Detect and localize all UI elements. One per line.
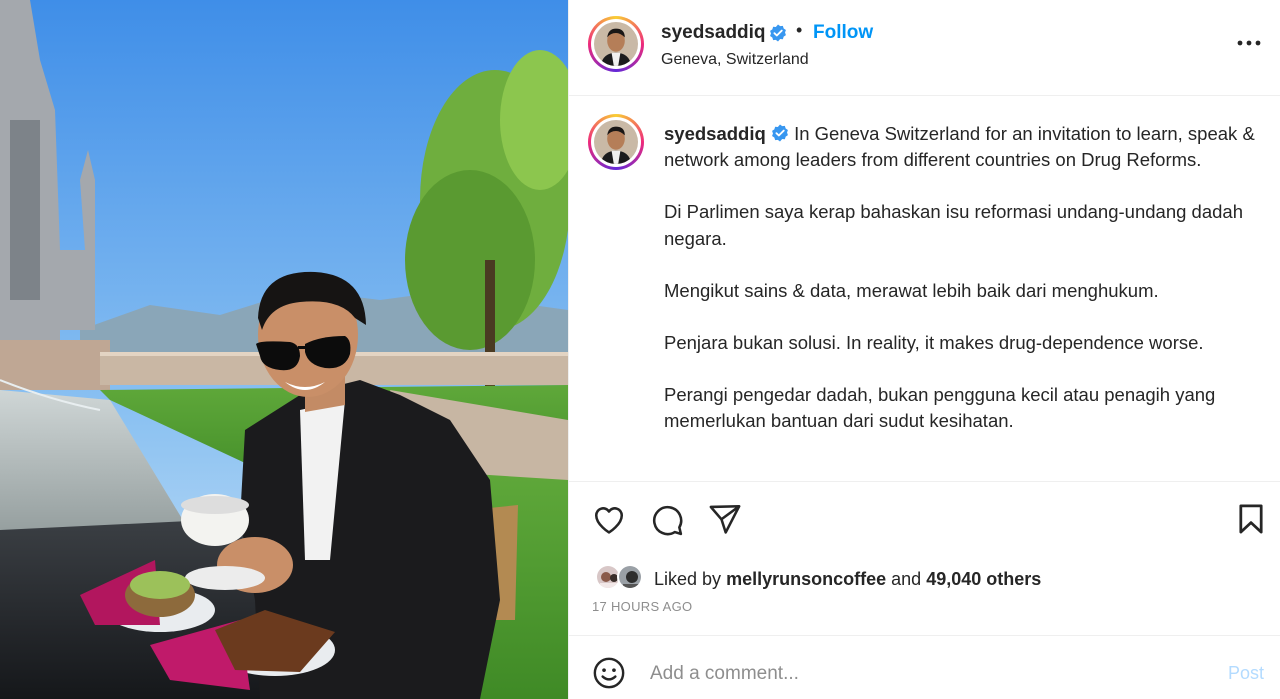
caption-avatar[interactable] — [588, 114, 644, 170]
liker-username[interactable]: mellyrunsoncoffee — [726, 569, 886, 589]
post-header — [568, 0, 1280, 96]
instagram-post: syedsaddiq • Follow Geneva, Switzerland … — [0, 0, 1280, 699]
post-timestamp[interactable]: 17 HOURS AGO — [592, 599, 692, 614]
post-photo[interactable] — [0, 0, 568, 699]
comment-input[interactable] — [650, 660, 1210, 688]
bookmark-icon[interactable] — [1236, 503, 1266, 535]
caption-paragraph: Di Parlimen saya kerap bahaskan isu refo… — [664, 201, 1243, 249]
caption-username[interactable]: syedsaddiq — [664, 123, 766, 144]
caption-paragraph: Mengikut sains & data, merawat lebih bai… — [664, 279, 1159, 301]
likes-prefix: Liked by — [654, 569, 722, 589]
likes-summary: Liked by mellyrunsoncoffee and 49,040 ot… — [654, 569, 1041, 590]
post-comment-button[interactable]: Post — [1228, 663, 1264, 684]
likes-count-link[interactable]: 49,040 others — [926, 569, 1041, 589]
actions-divider — [568, 481, 1280, 482]
caption-paragraph: Perangi pengedar dadah, bukan pengguna k… — [664, 384, 1216, 432]
emoji-icon[interactable] — [592, 656, 626, 690]
caption-verified-badge-icon — [772, 124, 788, 142]
likes-conjunction: and — [891, 569, 922, 589]
caption-paragraph: Penjara bukan solusi. In reality, it mak… — [664, 332, 1204, 354]
liker-avatar — [617, 564, 643, 590]
post-caption: syedsaddiq In Geneva Switzerland for an … — [664, 121, 1264, 435]
comment-icon[interactable] — [650, 503, 684, 537]
comment-divider — [568, 635, 1280, 636]
share-icon[interactable] — [708, 503, 742, 535]
heart-icon[interactable] — [592, 503, 626, 535]
